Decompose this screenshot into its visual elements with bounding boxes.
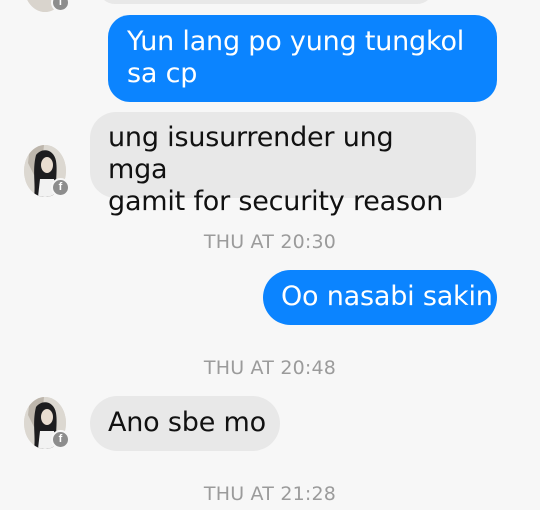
message-bubble-outgoing[interactable]: Yun lang po yung tungkol sa cp (108, 15, 497, 102)
message-bubble-incoming-cropped[interactable] (98, 0, 434, 4)
message-bubble-outgoing[interactable]: Oo nasabi sakin (263, 270, 497, 325)
timestamp: THU AT 20:48 (203, 357, 337, 379)
messenger-badge-icon: f (51, 178, 70, 197)
messenger-badge-icon: f (51, 0, 70, 12)
avatar[interactable]: f (24, 397, 70, 449)
avatar[interactable]: f (24, 145, 70, 197)
timestamp: THU AT 21:28 (203, 483, 337, 505)
avatar[interactable]: f (24, 0, 70, 12)
message-bubble-incoming[interactable]: Ano sbe mo (90, 396, 280, 451)
message-thread: f Yun lang po yung tungkol sa cp f ung i… (0, 0, 540, 510)
timestamp: THU AT 20:30 (203, 231, 337, 253)
message-bubble-incoming[interactable]: ung isusurrender ung mga gamit for secur… (90, 112, 476, 217)
messenger-badge-icon: f (51, 430, 70, 449)
